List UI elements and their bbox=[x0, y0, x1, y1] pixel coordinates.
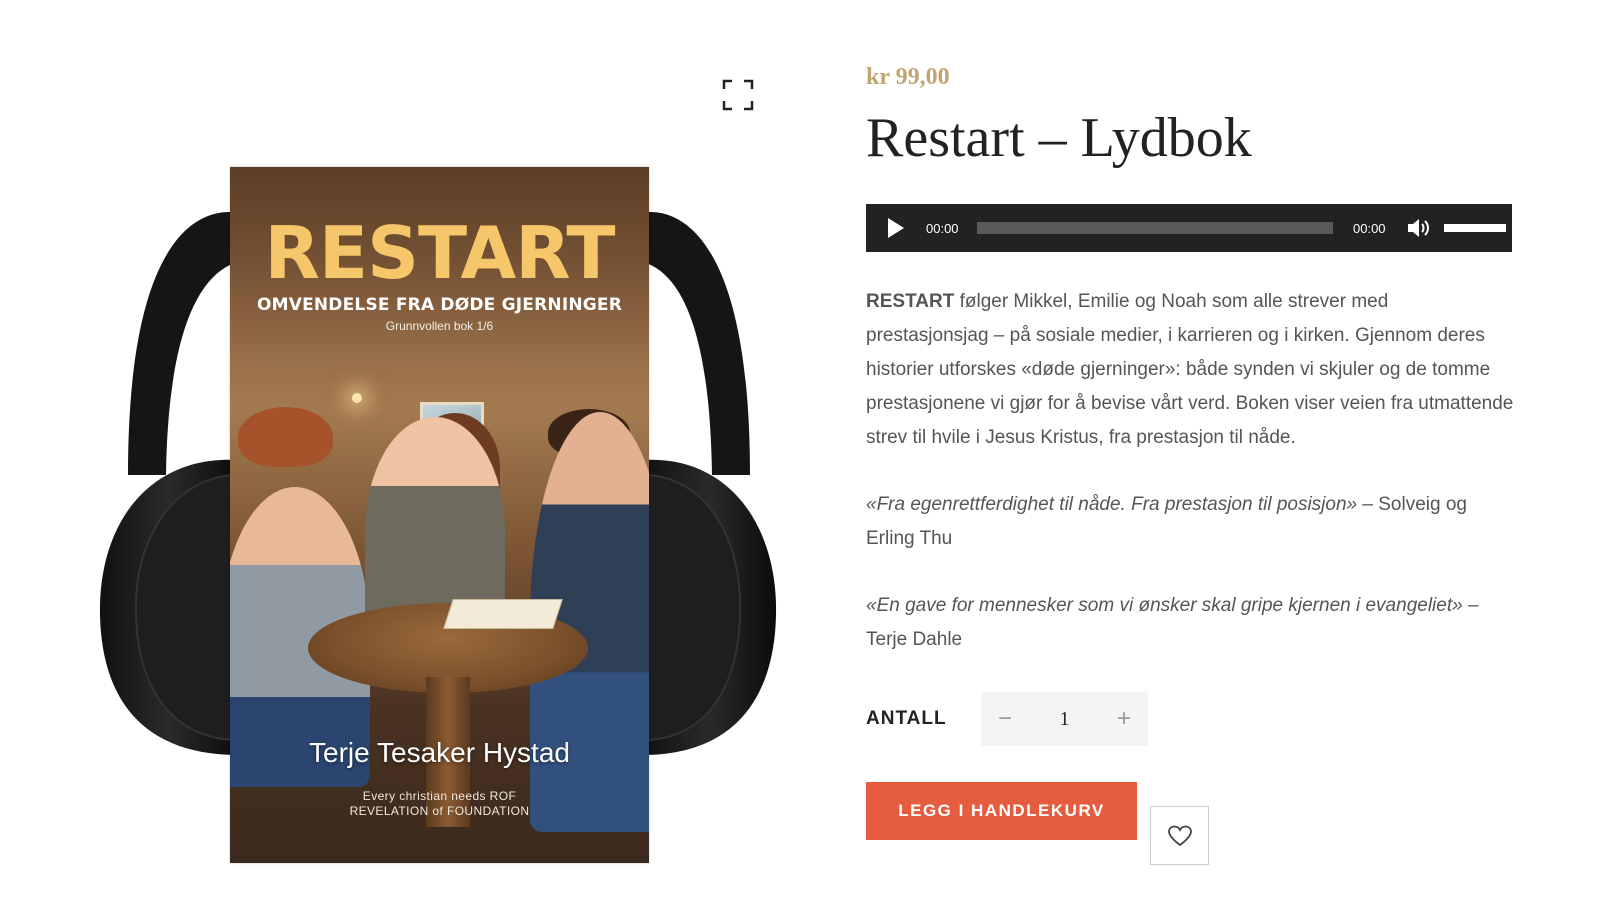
product-title: Restart – Lydbok bbox=[866, 107, 1252, 169]
description-text: følger Mikkel, Emilie og Noah som alle s… bbox=[866, 291, 1514, 448]
cover-series: Grunnvollen bok 1/6 bbox=[385, 319, 494, 333]
quantity-input[interactable] bbox=[1029, 692, 1100, 746]
cover-subtitle: OMVENDELSE FRA DØDE GJERNINGER bbox=[256, 295, 623, 315]
cover-tagline: Every christian needs ROF REVELATION of … bbox=[230, 789, 649, 819]
quantity-label: ANTALL bbox=[866, 708, 947, 729]
description-paragraph: RESTART følger Mikkel, Emilie og Noah so… bbox=[866, 285, 1516, 455]
product-description: RESTART følger Mikkel, Emilie og Noah so… bbox=[866, 285, 1516, 690]
volume-slider[interactable] bbox=[1444, 224, 1506, 232]
person-hair-left bbox=[238, 407, 333, 467]
description-bold-title: RESTART bbox=[866, 291, 955, 312]
audio-player: 00:00 00:00 bbox=[866, 204, 1512, 252]
wall-lamp bbox=[352, 393, 362, 403]
cover-tagline-line-2: REVELATION of FOUNDATION bbox=[349, 804, 530, 818]
audio-progress-track[interactable] bbox=[977, 222, 1333, 234]
audio-duration: 00:00 bbox=[1353, 221, 1386, 236]
heart-icon bbox=[1167, 825, 1192, 846]
zoom-button[interactable] bbox=[722, 79, 754, 111]
product-price: kr 99,00 bbox=[866, 64, 950, 90]
quote-1-text: «Fra egenrettferdighet til nåde. Fra pre… bbox=[866, 494, 1358, 515]
quote-2-text: «En gave for mennesker som vi ønsker ska… bbox=[866, 595, 1463, 616]
cover-author: Terje Tesaker Hystad bbox=[309, 737, 570, 768]
cover-tagline-line-1: Every christian needs ROF bbox=[362, 789, 517, 803]
quantity-stepper: − + bbox=[981, 692, 1148, 746]
fullscreen-expand-icon bbox=[722, 79, 754, 111]
quote-1: «Fra egenrettferdighet til nåde. Fra pre… bbox=[866, 488, 1516, 556]
book-cover: RESTART OMVENDELSE FRA DØDE GJERNINGER G… bbox=[230, 167, 649, 863]
wishlist-button[interactable] bbox=[1150, 806, 1209, 865]
open-book bbox=[443, 599, 563, 629]
audio-current-time: 00:00 bbox=[926, 221, 959, 236]
add-to-cart-button[interactable]: LEGG I HANDLEKURV bbox=[866, 782, 1137, 840]
quantity-plus-button[interactable]: + bbox=[1100, 692, 1148, 746]
play-icon[interactable] bbox=[888, 218, 904, 238]
speaker-icon[interactable] bbox=[1406, 216, 1432, 240]
product-gallery: RESTART OMVENDELSE FRA DØDE GJERNINGER G… bbox=[88, 55, 788, 895]
quote-2: «En gave for mennesker som vi ønsker ska… bbox=[866, 589, 1516, 657]
quantity-minus-button[interactable]: − bbox=[981, 692, 1029, 746]
cover-title: RESTART bbox=[264, 211, 615, 295]
